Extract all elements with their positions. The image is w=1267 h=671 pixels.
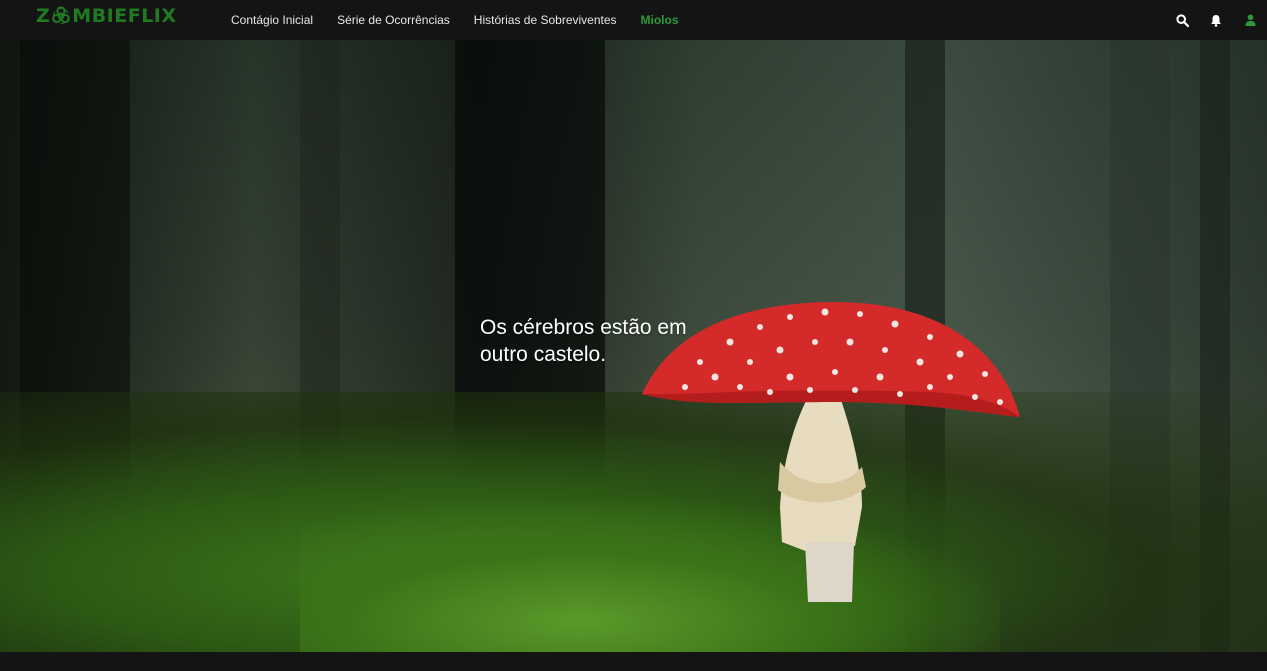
nav-item-contagio-inicial[interactable]: Contágio Inicial [231,13,313,27]
biohazard-icon [51,6,71,26]
top-navbar: Z MBIEFLIX Contágio Inicial Série de Oco… [0,0,1267,40]
user-icon[interactable] [1243,13,1257,27]
nav-item-historias-de-sobreviventes[interactable]: Histórias de Sobreviventes [474,13,617,27]
logo-text-start: Z [36,5,51,27]
nav-item-miolos[interactable]: Miolos [641,13,679,27]
nav-actions [1155,0,1257,40]
hero-banner: Os cérebros estão em outro castelo. [0,40,1267,652]
logo-text-end: MBIEFLIX [72,5,177,27]
nav-item-serie-de-ocorrencias[interactable]: Série de Ocorrências [337,13,450,27]
search-icon[interactable] [1175,13,1189,27]
hero-headline: Os cérebros estão em outro castelo. [480,316,687,366]
bell-icon[interactable] [1209,13,1223,27]
zombieflix-logo[interactable]: Z MBIEFLIX [36,5,177,27]
footer-bar [0,652,1267,671]
main-nav: Contágio Inicial Série de Ocorrências Hi… [231,0,703,40]
